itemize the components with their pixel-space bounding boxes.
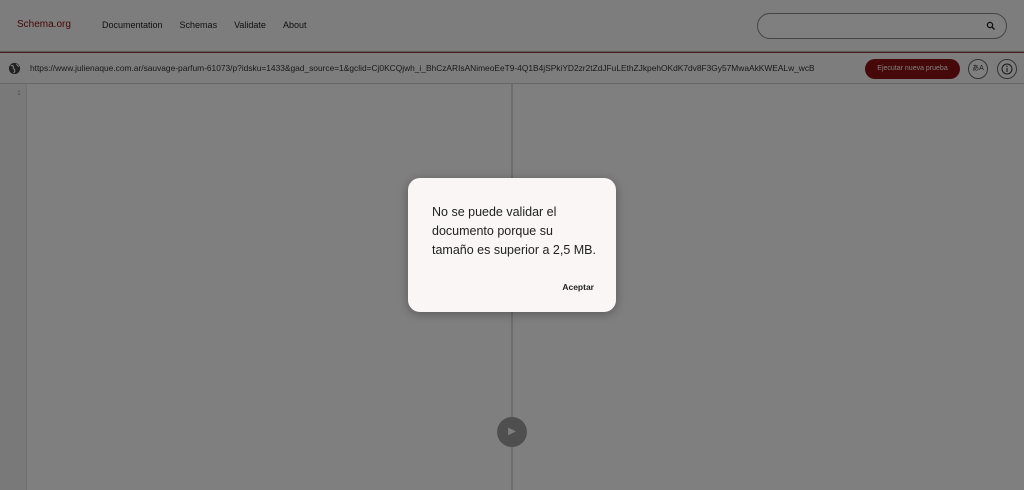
error-dialog: No se puede validar el documento porque … xyxy=(408,178,616,312)
accept-button[interactable]: Aceptar xyxy=(562,282,594,292)
dialog-message: No se puede validar el documento porque … xyxy=(432,205,596,257)
